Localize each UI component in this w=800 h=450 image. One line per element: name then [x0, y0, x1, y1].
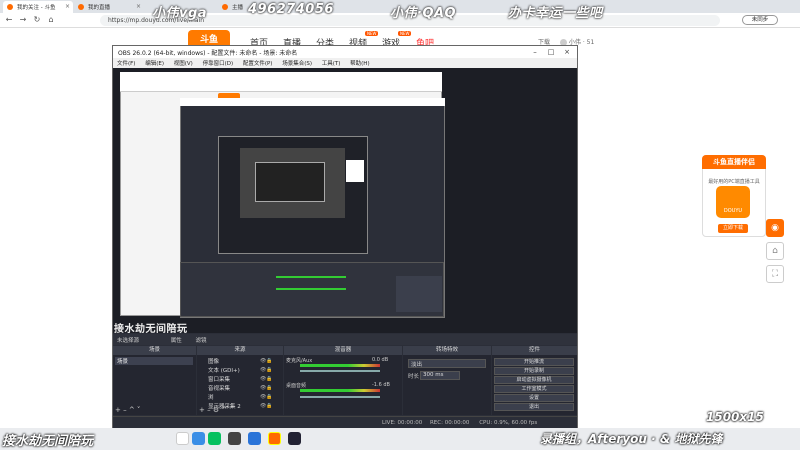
cpu-fps: CPU: 0.9%, 60.00 fps: [479, 420, 538, 426]
sync-button[interactable]: 未同步: [742, 15, 778, 25]
home-icon[interactable]: ⌂: [46, 15, 56, 25]
forward-icon[interactable]: →: [18, 15, 28, 25]
app-icon[interactable]: [288, 432, 301, 445]
source-add-icon[interactable]: + – ⚙ ^ ˅: [199, 406, 233, 414]
new-badge: NEW: [365, 31, 379, 36]
scenes-dock-header: 场景: [113, 346, 196, 355]
mic-meter: [300, 364, 380, 367]
browser-tab-follow[interactable]: 我的关注 - 斗鱼 ×: [3, 1, 73, 13]
mixer-desktop-db: -1.6 dB: [372, 382, 390, 388]
watermark-bottom-right: 录播组，Afteryou · & 地狱先锋: [540, 432, 723, 446]
start-streaming-button[interactable]: 开始推流: [494, 358, 574, 366]
studio-mode-button[interactable]: 工作室模式: [494, 385, 574, 393]
start-recording-button[interactable]: 开始录制: [494, 367, 574, 375]
controls-dock-header: 控件: [492, 346, 577, 355]
live-timer: LIVE: 00:00:00: [382, 420, 423, 426]
captured-mini-promo: [346, 160, 364, 182]
watermark-corner: 1500x15: [706, 410, 764, 424]
mixer-mic-db: 0.0 dB: [372, 357, 389, 363]
promo-title: 斗鱼直播伴侣: [702, 155, 766, 169]
scene-add-icon[interactable]: + – ^ ˅: [115, 406, 140, 414]
douyu-favicon-icon: [222, 4, 228, 10]
menu-docks[interactable]: 停靠窗口(D): [203, 59, 234, 67]
mixer-dock-header: 混音器: [284, 346, 402, 355]
duration-input[interactable]: 300 ms: [420, 371, 460, 380]
duration-label: 时长: [408, 374, 420, 380]
close-tab-icon[interactable]: ×: [65, 3, 70, 10]
scene-overlay-text: 接水劫无间陪玩: [114, 324, 188, 335]
transitions-dock-header: 转场特效: [403, 346, 491, 355]
minimize-icon[interactable]: –: [529, 46, 541, 58]
edge-icon[interactable]: [192, 432, 205, 445]
menu-view[interactable]: 视图(V): [174, 59, 193, 67]
watermark-qq: 496274056: [248, 2, 334, 17]
obs-taskbar-icon[interactable]: [268, 432, 281, 445]
wechat-icon[interactable]: [208, 432, 221, 445]
watermark-name: 小伟vga: [152, 6, 208, 21]
douyu-favicon-icon: [78, 4, 84, 10]
close-tab-icon[interactable]: ×: [136, 3, 141, 10]
maximize-icon[interactable]: □: [545, 46, 557, 58]
rec-timer: REC: 00:00:00: [429, 420, 470, 426]
menu-profile[interactable]: 配置文件(P): [243, 59, 273, 67]
side-home-icon[interactable]: ⌂: [766, 242, 784, 260]
close-window-icon[interactable]: ×: [561, 46, 573, 58]
promo-download-button[interactable]: 立即下载: [718, 224, 748, 233]
menu-file[interactable]: 文件(F): [117, 59, 135, 67]
virtual-camera-button[interactable]: 启动虚拟摄像机: [494, 376, 574, 384]
source-visibility-icons[interactable]: 👁🔒 👁🔒 👁🔒 👁🔒 👁🔒 👁🔒: [260, 357, 280, 411]
desktop-meter: [300, 389, 380, 392]
back-icon[interactable]: ←: [4, 15, 14, 25]
desktop-volume-slider[interactable]: [300, 396, 380, 398]
captured-browser-header: [120, 72, 442, 92]
app-icon[interactable]: [248, 432, 261, 445]
captured-controls: [396, 276, 442, 312]
reload-icon[interactable]: ↻: [32, 15, 42, 25]
captured-meter: [276, 276, 346, 278]
settings-button[interactable]: 设置: [494, 394, 574, 402]
watermark-slogan: 办卡幸运一些吧: [508, 6, 603, 21]
no-source-label: 未选择源: [117, 338, 140, 344]
mic-volume-slider[interactable]: [300, 370, 380, 372]
side-fullscreen-icon[interactable]: ⛶: [766, 265, 784, 283]
menu-scene-collection[interactable]: 场景集合(S): [282, 59, 312, 67]
properties-button[interactable]: 属性: [171, 338, 182, 344]
obs-title-bar: OBS 26.0.2 (64-bit, windows) - 配置文件: 未命名…: [113, 46, 577, 58]
sources-dock-header: 来源: [197, 346, 283, 355]
side-live-icon[interactable]: ◉: [766, 219, 784, 237]
browser-tab-streamer[interactable]: 主播: [218, 1, 248, 13]
watermark-bottom-left: 接水劫无间陪玩: [2, 434, 94, 449]
exit-button[interactable]: 退出: [494, 403, 574, 411]
menu-tools[interactable]: 工具(T): [322, 59, 341, 67]
douyu-app-icon: DOUYU: [716, 186, 750, 218]
browser-tab-live[interactable]: 我的直播 ×: [74, 1, 144, 13]
promo-subtitle: 最好用的PC端直播工具: [708, 179, 760, 185]
app-icon[interactable]: [228, 432, 241, 445]
menu-help[interactable]: 帮助(H): [350, 59, 369, 67]
douyu-favicon-icon: [7, 4, 13, 10]
captured-obs-title: [180, 98, 445, 106]
obs-source-toolbar: 未选择源 属性 滤镜: [113, 334, 577, 345]
search-icon[interactable]: [176, 432, 189, 445]
new-badge: NEW: [398, 31, 412, 36]
transition-select[interactable]: 淡出: [408, 359, 486, 368]
scene-item[interactable]: 场景: [115, 357, 193, 365]
obs-menu-bar: 文件(F) 编辑(E) 视图(V) 停靠窗口(D) 配置文件(P) 场景集合(S…: [113, 58, 577, 68]
captured-nested-preview: [255, 162, 325, 202]
captured-meter: [276, 288, 346, 290]
filters-button[interactable]: 滤镜: [196, 338, 207, 344]
menu-edit[interactable]: 编辑(E): [145, 59, 164, 67]
watermark-alias: 小伟·QAQ: [390, 6, 457, 21]
